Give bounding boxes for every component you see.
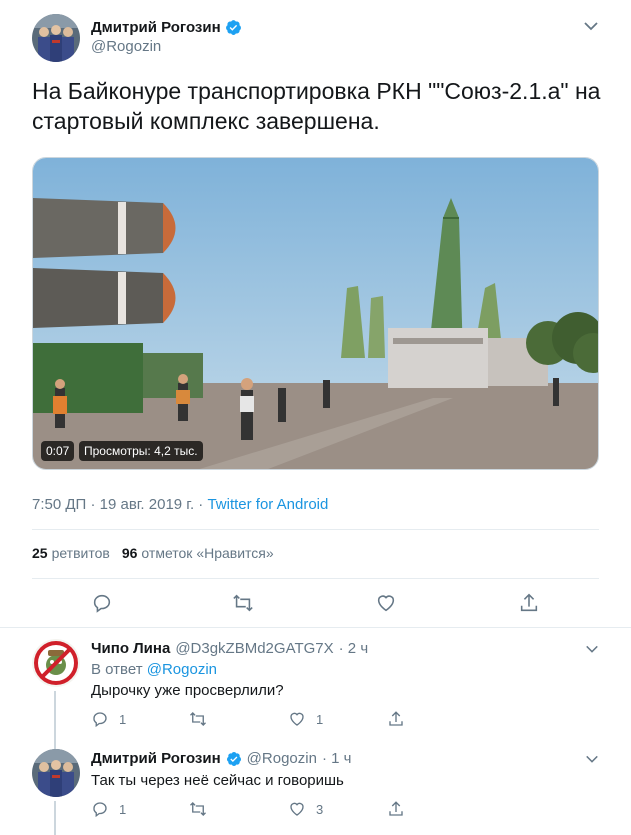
reply-tweet[interactable]: Чипо Лина @D3gkZBMd2GATG7X · 2 ч В ответ… — [0, 629, 631, 743]
likes-label: отметок «Нравится» — [141, 545, 274, 561]
thread-line — [54, 801, 56, 835]
video-thumbnail — [33, 158, 598, 469]
tweet-stats: 25 ретвитов 96 отметок «Нравится» — [32, 545, 274, 561]
reply-button[interactable] — [87, 588, 117, 618]
video-duration: 0:07 — [41, 441, 75, 461]
chevron-down-icon[interactable] — [585, 642, 599, 656]
reply-button[interactable]: 1 — [91, 710, 126, 728]
retweets-count: 25 — [32, 545, 48, 561]
retweets-stat[interactable]: 25 ретвитов — [32, 545, 110, 561]
reply-actions: 1 3 — [91, 800, 411, 822]
heart-icon — [377, 595, 395, 612]
reply-actions: 1 1 — [91, 710, 411, 732]
chevron-down-icon[interactable] — [583, 18, 599, 34]
like-button[interactable]: 3 — [288, 800, 323, 818]
author-avatar[interactable] — [32, 14, 80, 62]
heart-icon — [290, 712, 304, 726]
video-player[interactable]: 0:07 Просмотры: 4,2 тыс. — [32, 157, 599, 470]
divider — [32, 529, 599, 530]
reply-icon — [93, 712, 107, 728]
tweet-source-link[interactable]: Twitter for Android — [207, 496, 328, 513]
video-view-count: Просмотры: 4,2 тыс. — [79, 441, 203, 461]
author-name[interactable]: Дмитрий Рогозин — [91, 19, 242, 36]
retweets-label: ретвитов — [51, 545, 110, 561]
divider — [32, 578, 599, 579]
reply-author-name[interactable]: Чипо Лина — [91, 640, 170, 657]
reply-icon — [93, 802, 107, 818]
tweet-timestamp[interactable]: 7:50 ДП · 19 авг. 2019 г. · — [32, 496, 203, 513]
retweet-icon — [190, 712, 206, 726]
reply-icon — [93, 594, 111, 613]
share-button[interactable] — [514, 588, 544, 618]
share-icon — [389, 801, 403, 816]
like-count: 1 — [316, 711, 324, 727]
verified-badge-icon — [225, 20, 241, 35]
reply-author-handle[interactable]: @D3gkZBMd2GATG7X — [175, 640, 333, 657]
retweet-button[interactable] — [189, 800, 217, 818]
tweet-actions — [32, 588, 599, 618]
likes-count: 96 — [121, 545, 138, 561]
retweet-icon — [233, 594, 253, 612]
reply-text: Так ты через неё сейчас и говоришь — [91, 772, 344, 789]
main-tweet: Дмитрий Рогозин @Rogozin На Байконуре тр… — [0, 0, 631, 628]
reply-time[interactable]: · 1 ч — [322, 750, 352, 767]
like-count: 3 — [316, 801, 324, 817]
reply-header: Чипо Лина @D3gkZBMd2GATG7X · 2 ч — [91, 640, 368, 657]
tweet-text: На Байконуре транспортировка РКН ""Союз-… — [32, 78, 601, 134]
verified-badge-icon — [226, 751, 241, 766]
reply-author-name[interactable]: Дмитрий Рогозин — [91, 750, 221, 767]
share-icon — [389, 711, 403, 726]
reply-context: В ответ @Rogozin — [91, 661, 217, 678]
chevron-down-icon[interactable] — [585, 752, 599, 766]
reply-count: 1 — [119, 801, 127, 817]
tweet-meta: 7:50 ДП · 19 авг. 2019 г. · Twitter for … — [32, 496, 328, 513]
reply-tweet[interactable]: Дмитрий Рогозин @Rogozin · 1 ч Так ты че… — [0, 743, 631, 835]
heart-icon — [290, 802, 304, 816]
reply-time[interactable]: · 2 ч — [339, 640, 369, 657]
share-icon — [520, 593, 538, 612]
like-button[interactable] — [371, 588, 401, 618]
reply-author-handle[interactable]: @Rogozin — [247, 750, 317, 767]
reply-author-avatar[interactable] — [32, 639, 80, 687]
like-button[interactable]: 1 — [288, 710, 323, 728]
reply-button[interactable]: 1 — [91, 800, 126, 818]
reply-to-handle[interactable]: @Rogozin — [147, 661, 217, 678]
retweet-icon — [190, 802, 206, 816]
reply-count: 1 — [119, 711, 127, 727]
reply-author-avatar[interactable] — [32, 749, 80, 797]
thread-line — [54, 691, 56, 743]
author-name-text: Дмитрий Рогозин — [91, 19, 221, 36]
share-button[interactable] — [387, 800, 405, 818]
reply-text: Дырочку уже просверлили? — [91, 682, 284, 699]
likes-stat[interactable]: 96 отметок «Нравится» — [122, 545, 274, 561]
retweet-button[interactable] — [189, 710, 217, 728]
retweet-button[interactable] — [228, 588, 258, 618]
reply-to-label: В ответ — [91, 661, 143, 678]
share-button[interactable] — [387, 710, 405, 728]
author-handle[interactable]: @Rogozin — [91, 38, 161, 55]
reply-header: Дмитрий Рогозин @Rogozin · 1 ч — [91, 750, 351, 767]
